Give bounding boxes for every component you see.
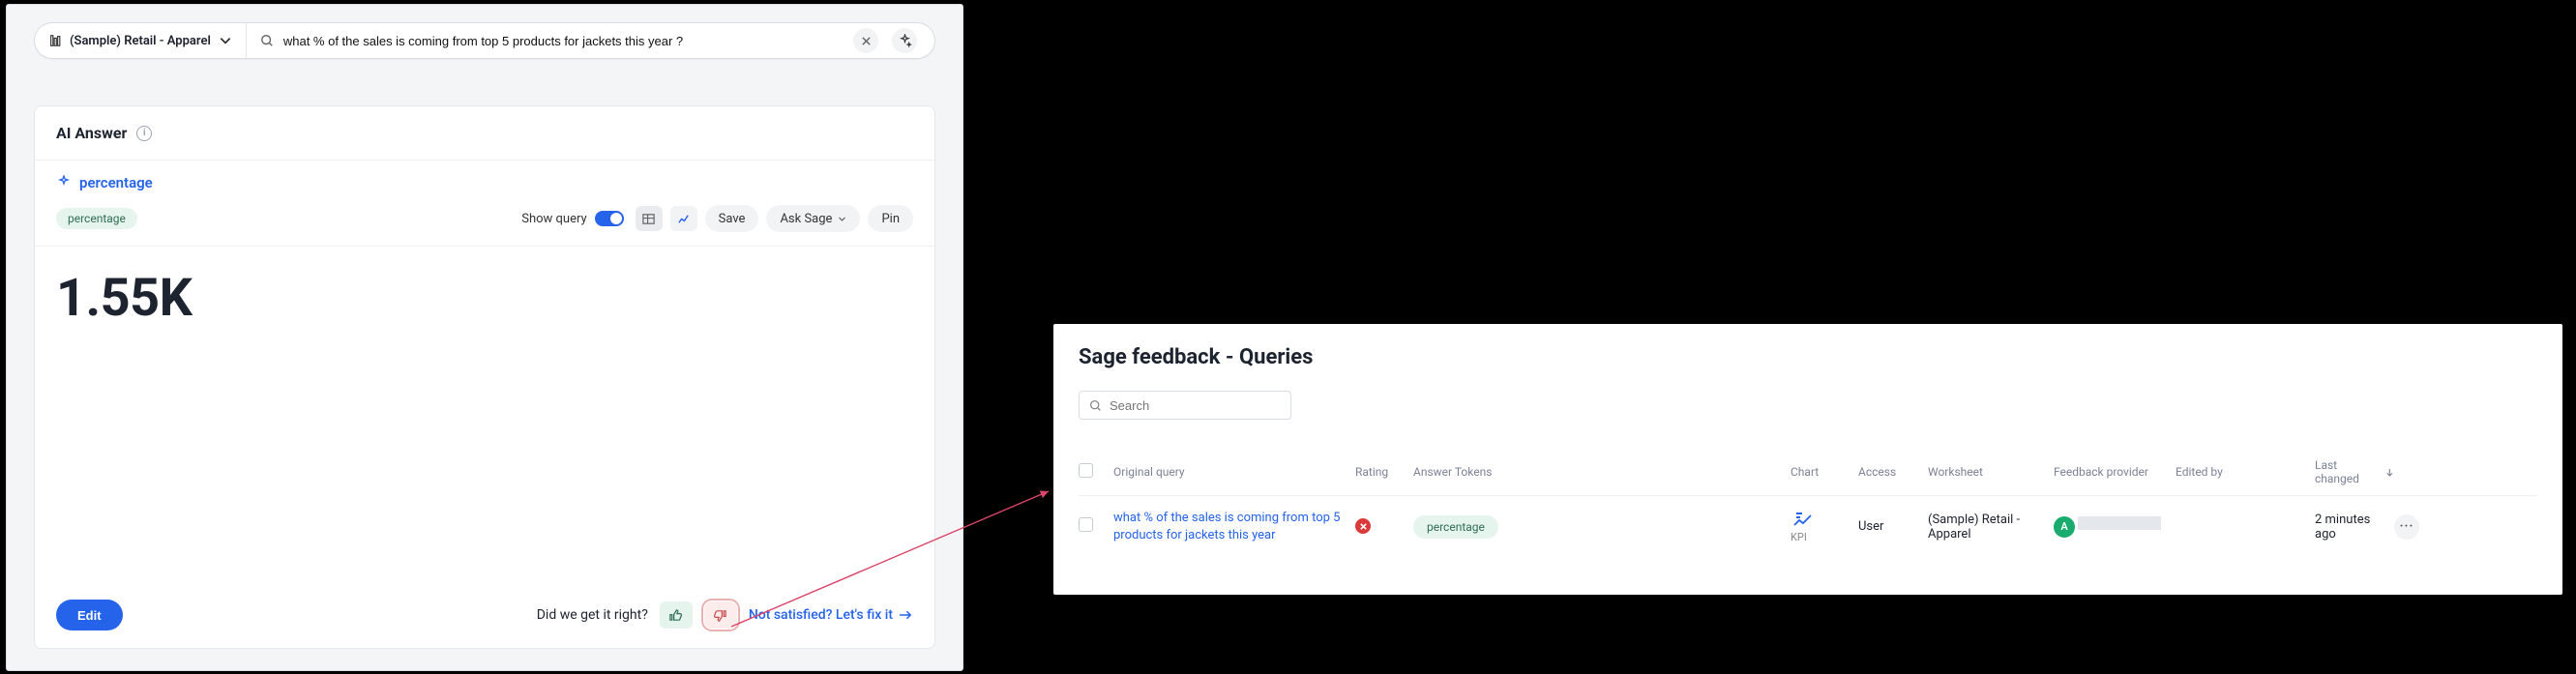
show-query-toggle[interactable]: Show query [521, 211, 623, 226]
show-query-label: Show query [521, 212, 586, 226]
row-more-button[interactable]: ··· [2394, 514, 2419, 540]
arrow-right-icon [899, 610, 913, 620]
feedback-prompt: Did we get it right? [537, 607, 648, 623]
answer-spark-icon [56, 175, 72, 190]
row-last-changed: 2 minutes ago [2315, 513, 2394, 542]
toggle-switch[interactable] [595, 211, 624, 226]
worksheet-icon [48, 34, 62, 47]
avatar: A [2054, 516, 2075, 538]
search-bar: (Sample) Retail - Apparel [34, 22, 935, 59]
col-chart[interactable]: Chart [1791, 465, 1858, 479]
row-chart-type: KPI [1791, 510, 1858, 543]
row-worksheet: (Sample) Retail - Apparel [1928, 513, 2054, 542]
sage-feedback-panel: Sage feedback - Queries Original query R… [1053, 324, 2562, 595]
ai-answer-panel: (Sample) Retail - Apparel AI Answer i [6, 4, 963, 671]
row-provider: A [2054, 516, 2176, 538]
feedback-table-header: Original query Rating Answer Tokens Char… [1079, 458, 2537, 496]
fix-it-link[interactable]: Not satisfied? Let's fix it [749, 607, 913, 623]
thumbs-down-button[interactable] [704, 601, 737, 629]
measure-chip[interactable]: percentage [56, 208, 137, 229]
answer-toolbar: Show query Save Ask Sage Pin [521, 205, 913, 232]
search-icon [260, 34, 274, 47]
datasource-selector[interactable]: (Sample) Retail - Apparel [35, 23, 247, 58]
answer-heading: AI Answer [56, 124, 127, 142]
feedback-search-input[interactable] [1110, 398, 1281, 413]
feedback-search[interactable] [1079, 391, 1291, 420]
answer-footer: Edit Did we get it right? Not satisfied?… [35, 582, 934, 648]
table-row: what % of the sales is coming from top 5… [1079, 496, 2537, 543]
redacted-name [2078, 516, 2161, 530]
thumbs-up-icon [668, 608, 683, 623]
save-button[interactable]: Save [705, 205, 759, 232]
sage-spark-button[interactable] [892, 28, 917, 53]
search-icon [1089, 399, 1102, 412]
ask-sage-button[interactable]: Ask Sage [766, 205, 860, 232]
col-access[interactable]: Access [1858, 465, 1928, 479]
row-access: User [1858, 519, 1928, 534]
pin-button[interactable]: Pin [868, 205, 913, 232]
select-all-checkbox[interactable] [1079, 463, 1093, 478]
row-checkbox[interactable] [1079, 517, 1093, 532]
answer-card: AI Answer i percentage percentage Show q… [34, 105, 935, 649]
answer-token-chip: percentage [1413, 515, 1498, 539]
feedback-table: Original query Rating Answer Tokens Char… [1079, 458, 2537, 543]
row-query-link[interactable]: what % of the sales is coming from top 5… [1113, 510, 1355, 543]
clear-search-button[interactable] [853, 28, 878, 53]
col-answer-tokens[interactable]: Answer Tokens [1413, 465, 1791, 479]
metric-title-row: percentage [35, 161, 934, 195]
rating-negative-icon [1355, 518, 1371, 534]
col-last-changed[interactable]: Last changed [2315, 458, 2394, 485]
edit-button[interactable]: Edit [56, 600, 123, 630]
view-table-button[interactable] [636, 206, 663, 231]
thumbs-up-button[interactable] [660, 601, 693, 629]
search-query-box [247, 23, 934, 58]
chevron-down-icon [219, 34, 232, 47]
kpi-value: 1.55K [35, 247, 934, 335]
chevron-down-icon [838, 215, 846, 223]
col-rating[interactable]: Rating [1355, 465, 1413, 479]
info-icon[interactable]: i [136, 126, 152, 141]
metric-title: percentage [79, 174, 153, 191]
col-original-query[interactable]: Original query [1113, 465, 1355, 479]
answer-card-header: AI Answer i [35, 106, 934, 161]
col-edited-by[interactable]: Edited by [2176, 465, 2315, 479]
search-input[interactable] [283, 34, 844, 48]
kpi-chart-icon [1791, 510, 1818, 529]
col-worksheet[interactable]: Worksheet [1928, 465, 2054, 479]
sort-arrow-icon [2385, 468, 2394, 477]
feedback-title: Sage feedback - Queries [1079, 345, 2537, 369]
datasource-label: (Sample) Retail - Apparel [70, 34, 211, 48]
col-feedback-provider[interactable]: Feedback provider [2054, 465, 2176, 479]
thumbs-down-icon [713, 608, 727, 623]
view-chart-button[interactable] [670, 206, 697, 231]
